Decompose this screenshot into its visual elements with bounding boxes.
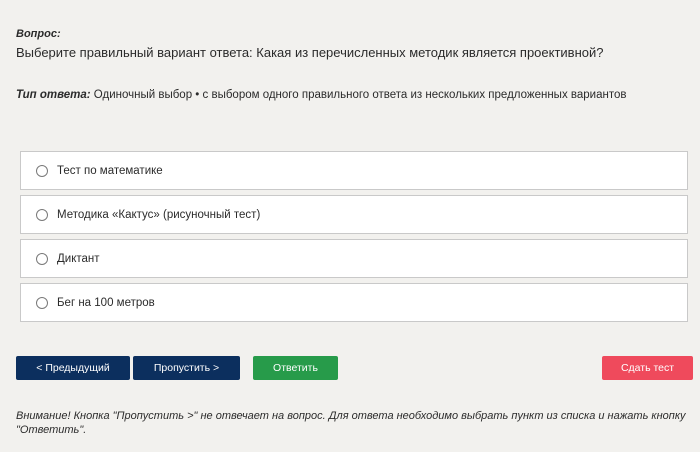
question-text: Выберите правильный вариант ответа: Кака… (16, 45, 604, 60)
option-dictation[interactable]: Диктант (20, 239, 688, 278)
question-label: Вопрос: (16, 28, 61, 40)
radio-button[interactable] (36, 296, 48, 309)
answer-type: Тип ответа: Одиночный выбор • с выбором … (16, 89, 626, 101)
answer-button[interactable]: Ответить (253, 356, 338, 380)
option-label: Бег на 100 метров (57, 296, 155, 309)
radio-button[interactable] (36, 164, 48, 177)
option-label: Диктант (57, 252, 100, 265)
previous-button[interactable]: < Предыдущий (16, 356, 130, 380)
radio-button[interactable] (36, 252, 48, 265)
option-math-test[interactable]: Тест по математике (20, 151, 688, 190)
submit-test-button[interactable]: Сдать тест (602, 356, 693, 380)
skip-button[interactable]: Пропустить > (133, 356, 240, 380)
options-list: Тест по математике Методика «Кактус» (ри… (20, 151, 688, 327)
option-label: Тест по математике (57, 164, 163, 177)
option-cactus-method[interactable]: Методика «Кактус» (рисуночный тест) (20, 195, 688, 234)
option-100m-run[interactable]: Бег на 100 метров (20, 283, 688, 322)
answer-type-label: Тип ответа: (16, 89, 91, 101)
radio-button[interactable] (36, 208, 48, 221)
answer-type-value: Одиночный выбор • с выбором одного прави… (93, 89, 627, 101)
option-label: Методика «Кактус» (рисуночный тест) (57, 208, 261, 221)
notice-text: Внимание! Кнопка "Пропустить >" не отвеч… (16, 410, 686, 436)
